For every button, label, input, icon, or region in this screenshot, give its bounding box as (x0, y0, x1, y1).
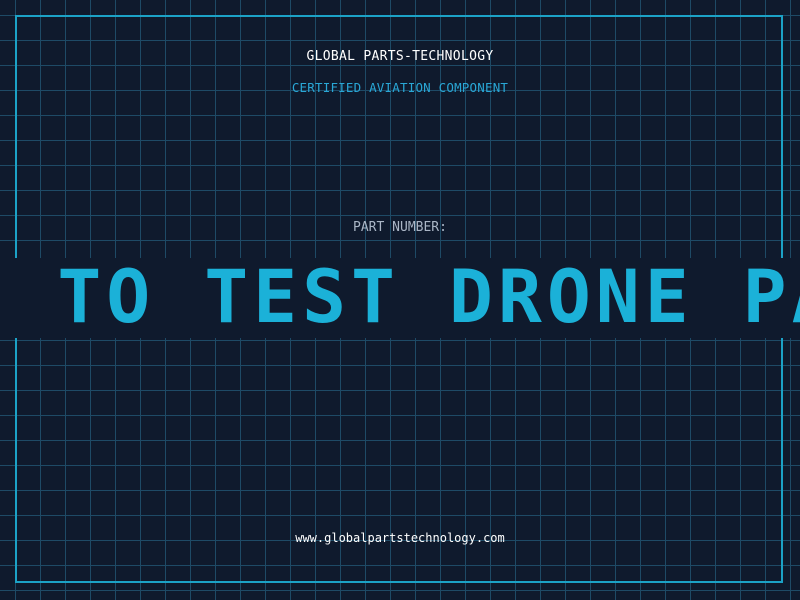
website-url: www.globalpartstechnology.com (295, 531, 505, 545)
company-name: GLOBAL PARTS-TECHNOLOGY (306, 49, 494, 64)
certification-tagline: CERTIFIED AVIATION COMPONENT (291, 80, 509, 95)
part-number-value: PLAN TO TEST DRONE PARTS (0, 258, 800, 338)
part-number-band: PLAN TO TEST DRONE PARTS (0, 258, 800, 338)
part-number-label: PART NUMBER: (353, 220, 447, 235)
